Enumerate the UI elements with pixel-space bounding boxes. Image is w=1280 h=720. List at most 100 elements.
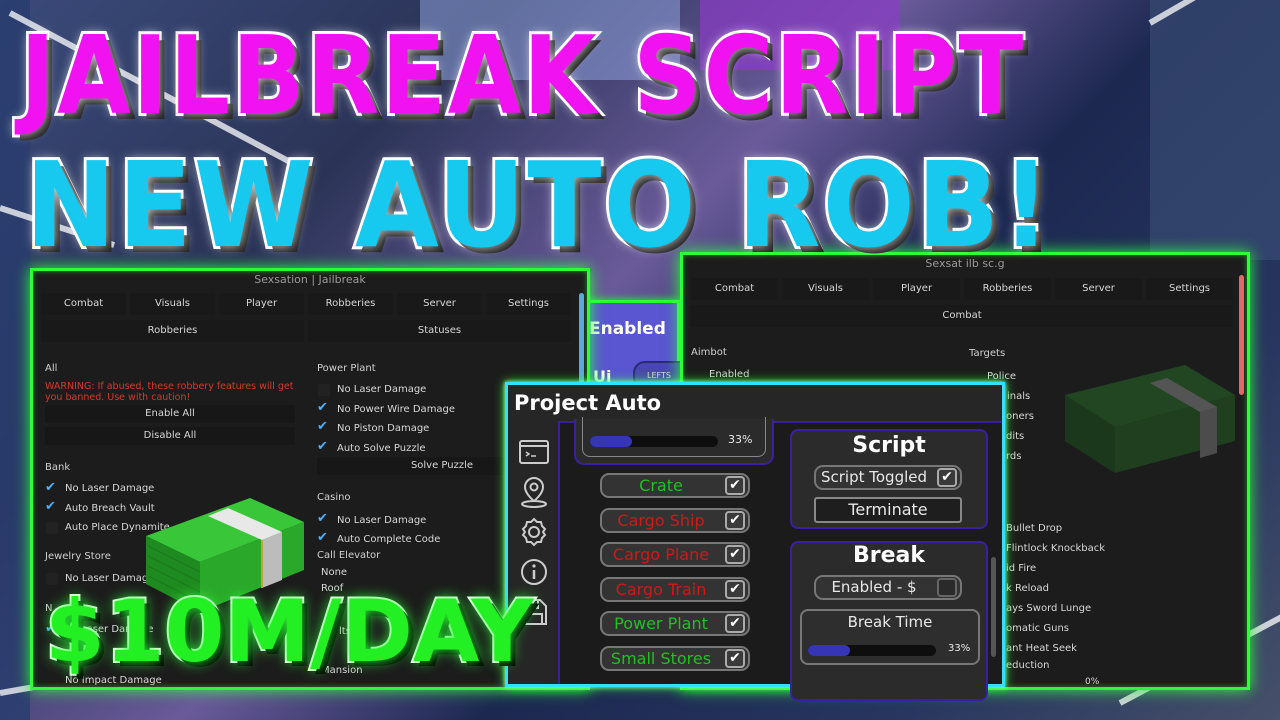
tab-player[interactable]: Player — [219, 293, 304, 315]
terminal-icon[interactable] — [517, 435, 551, 469]
target-prisoners: oners — [1006, 411, 1034, 422]
section-targets-heading: Targets — [969, 348, 1006, 359]
headline-new-auto-rob: NEW AUTO ROB! — [22, 133, 1053, 277]
target-guards: rds — [1006, 451, 1022, 462]
headline-jailbreak-script: JAILBREAK SCRIPT — [17, 11, 1026, 142]
target-criminals: inals — [1007, 391, 1031, 402]
checkmark-icon[interactable]: ✔ — [725, 476, 745, 495]
tab-settings[interactable]: Settings — [1146, 278, 1233, 300]
project-auto-title: Project Auto — [514, 391, 662, 415]
break-enabled-label: Enabled - $ — [831, 578, 917, 596]
tab-robberies[interactable]: Robberies — [964, 278, 1051, 300]
checkbox-empty[interactable] — [46, 522, 58, 534]
break-time-label: Break Time — [847, 613, 933, 631]
headline-money-per-day: $10M/DAY — [43, 580, 535, 684]
tab-visuals[interactable]: Visuals — [130, 293, 215, 315]
window-title: Sexsation | Jailbreak — [254, 273, 366, 286]
checkbox-empty[interactable] — [937, 578, 957, 597]
tab-server[interactable]: Server — [397, 293, 482, 315]
tab-visuals[interactable]: Visuals — [782, 278, 869, 300]
robbery-label: Small Stores — [610, 648, 712, 668]
pp-no-laser-damage: No Laser Damage — [337, 384, 427, 395]
scrollbar[interactable] — [991, 557, 996, 657]
script-panel: Script Script Toggled ✔ Terminate — [790, 429, 988, 529]
checkmark-icon[interactable]: ✔ — [725, 510, 745, 530]
robbery-toggle-crate[interactable]: Crate ✔ — [600, 473, 750, 498]
disable-all-button[interactable]: Disable All — [45, 427, 295, 445]
slider-value[interactable]: 0% — [1085, 677, 1099, 687]
cash-stack-image — [1065, 365, 1235, 473]
casino-auto-complete-code: Auto Complete Code — [337, 534, 441, 545]
robbery-label: Cargo Train — [615, 579, 707, 599]
peek-enabled-label: Enabled — [589, 319, 666, 339]
project-auto-content: 33% Crate ✔ Cargo Ship ✔ Cargo Plane ✔ Cargo T… — [558, 417, 1002, 701]
subtab-statuses[interactable]: Statuses — [308, 320, 571, 342]
pp-no-power-wire-damage: No Power Wire Damage — [337, 404, 456, 415]
checkmark-icon[interactable]: ✔ — [317, 419, 328, 434]
checkmark-icon[interactable]: ✔ — [317, 511, 328, 526]
tab-player[interactable]: Player — [873, 278, 960, 300]
script-toggled-toggle[interactable]: Script Toggled ✔ — [814, 465, 962, 490]
thumbnail-stage: Enabled Ui LEFTS Sexsation | Jailbreak C… — [0, 0, 1280, 720]
warning-text: WARNING: If abused, these robbery featur… — [45, 381, 294, 403]
script-panel-title: Script — [852, 433, 926, 458]
checkmark-icon[interactable]: ✔ — [725, 648, 745, 668]
checkmark-icon[interactable]: ✔ — [45, 499, 56, 514]
tab-server[interactable]: Server — [1055, 278, 1142, 300]
peek-window: Enabled Ui LEFTS — [580, 300, 693, 390]
robbery-toggle-power-plant[interactable]: Power Plant ✔ — [600, 611, 750, 636]
break-time-fill — [808, 645, 851, 656]
section-bank-heading: Bank — [45, 462, 71, 473]
enable-all-button[interactable]: Enable All — [45, 405, 295, 423]
mod-sword-lunge: ays Sword Lunge — [1006, 603, 1092, 614]
target-police: Police — [987, 371, 1016, 382]
call-elevator-label: Call Elevator — [317, 550, 381, 561]
section-casino-heading: Casino — [317, 492, 351, 503]
mod-automatic-guns: omatic Guns — [1006, 623, 1069, 634]
top-slider-track[interactable] — [590, 436, 718, 447]
robbery-toggle-cargo-train[interactable]: Cargo Train ✔ — [600, 576, 750, 602]
project-auto-window: Project Auto 33% Crate ✔ Cargo Ship ✔ Ca… — [505, 382, 1005, 701]
robbery-label: Cargo Ship — [617, 510, 705, 530]
background-building — [1150, 0, 1280, 260]
checkmark-icon[interactable]: ✔ — [725, 545, 745, 564]
gear-icon[interactable] — [517, 515, 551, 549]
robbery-toggle-cargo-ship[interactable]: Cargo Ship ✔ — [600, 507, 750, 533]
break-time-slider-box: Break Time 33% — [800, 609, 980, 665]
break-panel: Break Enabled - $ Break Time 33% — [790, 541, 988, 701]
sub-tab-bar: Robberies Statuses — [41, 320, 571, 342]
checkmark-icon[interactable]: ✔ — [45, 480, 56, 495]
top-slider-value: 33% — [728, 433, 753, 446]
robbery-label: Cargo Plane — [612, 545, 710, 564]
section-power-plant-heading: Power Plant — [317, 363, 376, 374]
break-time-track[interactable] — [808, 645, 936, 656]
mod-bullet-drop: Bullet Drop — [1006, 523, 1063, 534]
tab-settings[interactable]: Settings — [486, 293, 571, 315]
break-enabled-toggle[interactable]: Enabled - $ — [814, 575, 962, 600]
mod-rapid-fire: id Fire — [1006, 563, 1037, 574]
break-panel-title: Break — [852, 543, 925, 568]
robbery-label: Power Plant — [614, 614, 708, 633]
elevator-option-none[interactable]: None — [321, 567, 347, 578]
section-all-heading: All — [45, 363, 58, 374]
terminate-button[interactable]: Terminate — [814, 497, 962, 523]
robbery-label: Crate — [639, 476, 683, 495]
checkbox-empty[interactable] — [318, 384, 330, 396]
checkmark-icon[interactable]: ✔ — [317, 400, 328, 415]
checkmark-icon[interactable]: ✔ — [317, 439, 328, 454]
mod-quick-reload: k Reload — [1006, 583, 1049, 594]
tab-robberies[interactable]: Robberies — [308, 293, 393, 315]
tab-combat[interactable]: Combat — [691, 278, 778, 300]
checkmark-icon[interactable]: ✔ — [725, 614, 745, 633]
robbery-toggle-cargo-plane[interactable]: Cargo Plane ✔ — [600, 542, 750, 567]
subtab-combat[interactable]: Combat — [691, 305, 1233, 327]
break-time-value: 33% — [948, 643, 971, 654]
tab-combat[interactable]: Combat — [41, 293, 126, 315]
checkmark-icon[interactable]: ✔ — [937, 468, 957, 487]
location-pin-icon[interactable] — [517, 475, 551, 509]
robbery-toggle-small-stores[interactable]: Small Stores ✔ — [600, 645, 750, 671]
checkmark-icon[interactable]: ✔ — [725, 579, 745, 599]
checkmark-icon[interactable]: ✔ — [317, 530, 328, 545]
subtab-robberies[interactable]: Robberies — [41, 320, 304, 342]
sub-tab-bar: Combat — [691, 305, 1233, 327]
